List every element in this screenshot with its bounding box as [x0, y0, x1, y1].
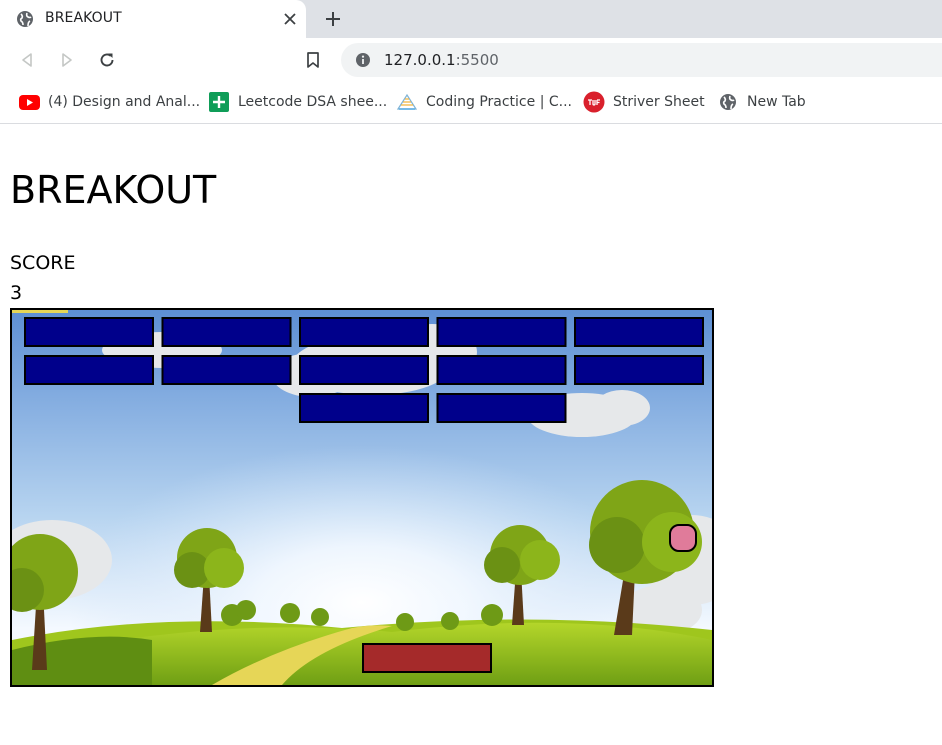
url-host: 127.0.0.1 [384, 51, 456, 69]
url-port: :5500 [455, 51, 499, 69]
paddle[interactable] [362, 643, 492, 673]
brick [24, 355, 154, 385]
brick [436, 317, 567, 347]
new-tab-button[interactable] [321, 7, 345, 31]
game-scene [12, 310, 712, 685]
brick [299, 317, 429, 347]
bookmark-new-tab[interactable]: New Tab [717, 91, 806, 113]
bookmark-label: Leetcode DSA shee... [238, 94, 388, 110]
brick [24, 317, 154, 347]
url-text: 127.0.0.1:5500 [384, 51, 499, 69]
brick [436, 355, 567, 385]
score-value: 3 [10, 282, 23, 304]
reload-icon [100, 53, 114, 67]
bookmark-icon [307, 52, 319, 68]
bookmark-button[interactable] [301, 48, 325, 72]
coding-practice-icon [396, 91, 418, 113]
game-canvas[interactable] [10, 308, 714, 687]
tab-breakout[interactable]: BREAKOUT [0, 0, 306, 38]
google-sheets-icon [208, 91, 230, 113]
youtube-icon [18, 91, 40, 113]
info-icon[interactable] [355, 52, 371, 68]
back-icon [22, 53, 32, 67]
forward-icon [62, 53, 72, 67]
toolbar: 127.0.0.1:5500 [0, 38, 942, 82]
bookmark-leetcode-dsa-sheet[interactable]: Leetcode DSA shee... [208, 91, 387, 113]
brick [574, 317, 704, 347]
bookmark-label: (4) Design and Anal... [48, 94, 201, 110]
score-label: SCORE [10, 252, 76, 274]
score-indicator [12, 310, 68, 313]
reload-button[interactable] [95, 48, 119, 72]
bookmark-label: Striver Sheet [613, 94, 705, 110]
plus-icon [326, 12, 340, 26]
bookmark-striver-sheet[interactable]: Striver Sheet [583, 91, 705, 113]
bookmark-label: New Tab [747, 94, 806, 110]
brick [161, 317, 292, 347]
ball [669, 524, 697, 552]
forward-button[interactable] [55, 48, 79, 72]
bookmark-design-and-analysis[interactable]: (4) Design and Anal... [18, 91, 200, 113]
back-button[interactable] [15, 48, 39, 72]
bookmark-coding-practice[interactable]: Coding Practice | C... [396, 91, 572, 113]
bookmark-label: Coding Practice | C... [426, 94, 572, 110]
globe-icon [717, 91, 739, 113]
tab-title: BREAKOUT [45, 10, 122, 26]
brick [436, 393, 567, 423]
address-bar[interactable]: 127.0.0.1:5500 [341, 43, 942, 77]
brick [299, 355, 429, 385]
tuf-icon [583, 91, 605, 113]
globe-icon [16, 10, 34, 28]
close-icon[interactable] [280, 9, 300, 29]
page-title: BREAKOUT [10, 168, 217, 212]
bookmarks-bar: (4) Design and Anal... Leetcode DSA shee… [0, 82, 942, 124]
tab-strip: BREAKOUT [0, 0, 942, 38]
brick [161, 355, 292, 385]
brick [574, 355, 704, 385]
brick [299, 393, 429, 423]
